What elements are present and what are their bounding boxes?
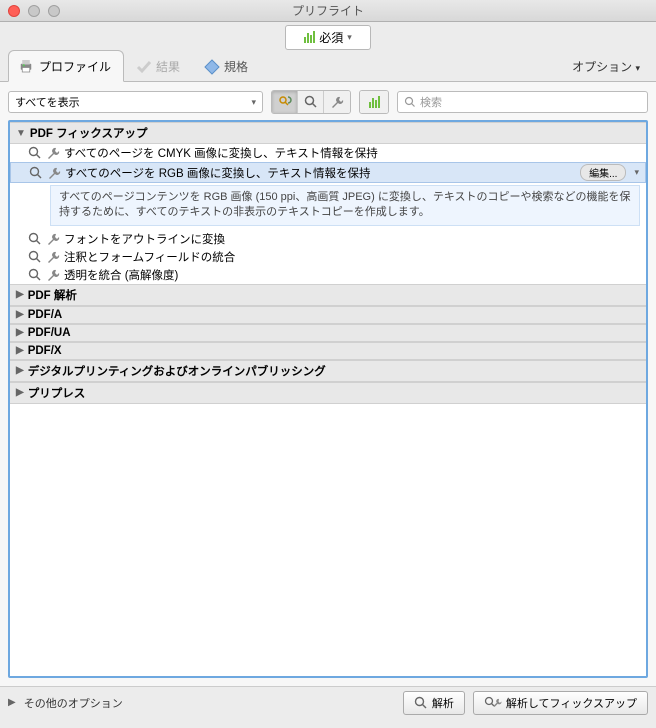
group-label: PDF/A [28, 309, 63, 321]
profile-tree[interactable]: ▼ PDF フィックスアップ すべてのページを CMYK 画像に変換し、テキスト情… [8, 120, 648, 678]
magnifier-icon [28, 268, 42, 282]
item-label: すべてのページを RGB 画像に変換し、テキスト情報を保持 [65, 165, 370, 181]
footer: ▶ その他のオプション 解析 解析してフィックスアップ [0, 686, 656, 718]
tab-results[interactable]: 結果 [128, 52, 192, 81]
item-annot-merge[interactable]: 注釈とフォームフィールドの統合 [10, 248, 646, 266]
group-label: PDF/X [28, 345, 62, 357]
top-toolbar: 必須 ▾ [0, 22, 656, 52]
wrench-icon [46, 250, 60, 264]
tab-standards[interactable]: 規格 [196, 52, 260, 81]
tab-results-label: 結果 [156, 58, 180, 75]
options-label: オプション [572, 60, 632, 74]
chevron-right-icon: ▶ [16, 387, 24, 398]
chevron-down-icon: ▼ [16, 128, 26, 139]
group-pdfa[interactable]: ▶ PDF/A [10, 306, 646, 324]
chevron-right-icon: ▶ [16, 289, 24, 300]
favorites-button[interactable] [360, 91, 388, 113]
group-label: PDF フィックスアップ [30, 125, 148, 141]
bars-icon [304, 31, 315, 43]
wrench-icon [46, 268, 60, 282]
tab-standards-label: 規格 [224, 58, 248, 75]
item-flatten[interactable]: 透明を統合 (高解像度) [10, 266, 646, 284]
item-label: フォントをアウトラインに変換 [64, 231, 225, 247]
item-rgb[interactable]: すべてのページを RGB 画像に変換し、テキスト情報を保持 編集... ▾ [10, 162, 646, 183]
wrench-icon [46, 232, 60, 246]
item-font-outline[interactable]: フォントをアウトラインに変換 [10, 230, 646, 248]
magnifier-icon [29, 166, 43, 180]
group-label: PDF/UA [28, 327, 71, 339]
printer-icon [17, 57, 35, 75]
required-dropdown[interactable]: 必須 ▾ [285, 25, 371, 50]
magnifier-icon [28, 250, 42, 264]
chevron-down-icon[interactable]: ▾ [634, 167, 639, 178]
magnifier-wrench-icon [484, 696, 502, 710]
magnifier-icon [414, 696, 428, 710]
analyze-label: 解析 [432, 695, 454, 711]
check-icon [136, 59, 152, 75]
window-title: プリフライト [0, 2, 656, 19]
show-filter-label: すべてを表示 [15, 94, 80, 110]
item-cmyk[interactable]: すべてのページを CMYK 画像に変換し、テキスト情報を保持 [10, 144, 646, 162]
group-digital[interactable]: ▶ デジタルプリンティングおよびオンラインパブリッシング [10, 360, 646, 382]
other-options-label[interactable]: その他のオプション [24, 695, 123, 711]
chevron-down-icon: ▾ [251, 97, 256, 108]
options-menu[interactable]: オプション ▾ [564, 52, 648, 81]
view-profiles-button[interactable] [272, 91, 298, 113]
search-placeholder: 検索 [420, 94, 442, 110]
filter-bar: すべてを表示 ▾ 検索 [8, 90, 648, 114]
chevron-right-icon[interactable]: ▶ [8, 697, 16, 708]
group-pdfua[interactable]: ▶ PDF/UA [10, 324, 646, 342]
magnifier-icon [304, 95, 318, 109]
group-fixup[interactable]: ▼ PDF フィックスアップ [10, 122, 646, 144]
analyze-button[interactable]: 解析 [403, 691, 465, 715]
analyze-fix-label: 解析してフィックスアップ [506, 695, 637, 711]
wrench-icon [46, 146, 60, 160]
group-pdfx[interactable]: ▶ PDF/X [10, 342, 646, 360]
item-label: 注釈とフォームフィールドの統合 [64, 249, 235, 265]
view-mode-group [271, 90, 351, 114]
group-analysis[interactable]: ▶ PDF 解析 [10, 284, 646, 306]
view-fixups-button[interactable] [324, 91, 350, 113]
title-bar: プリフライト [0, 0, 656, 22]
chevron-down-icon: ▾ [635, 63, 640, 73]
main-panel: すべてを表示 ▾ 検索 ▼ PDF フィックスアップ [0, 82, 656, 686]
wrench-icon [330, 95, 344, 109]
group-label: プリプレス [28, 385, 86, 401]
chevron-down-icon: ▾ [347, 32, 352, 43]
group-label: デジタルプリンティングおよびオンラインパブリッシング [28, 363, 326, 379]
tab-profile[interactable]: プロファイル [8, 50, 124, 82]
favorites-group [359, 90, 389, 114]
tab-bar: プロファイル 結果 規格 オプション ▾ [0, 52, 656, 82]
group-label: PDF 解析 [28, 287, 77, 303]
chevron-right-icon: ▶ [16, 327, 24, 338]
item-label: すべてのページを CMYK 画像に変換し、テキスト情報を保持 [64, 145, 378, 161]
wrench-icon [47, 166, 61, 180]
magnifier-icon [28, 146, 42, 160]
magnifier-icon [28, 232, 42, 246]
analyze-fix-button[interactable]: 解析してフィックスアップ [473, 691, 648, 715]
show-filter-select[interactable]: すべてを表示 ▾ [8, 91, 263, 113]
bars-icon [369, 96, 380, 108]
chevron-right-icon: ▶ [16, 309, 24, 320]
item-label: 透明を統合 (高解像度) [64, 267, 178, 283]
chevron-right-icon: ▶ [16, 365, 24, 376]
diamond-icon [204, 59, 220, 75]
edit-button[interactable]: 編集... [580, 164, 626, 181]
search-icon [404, 96, 416, 108]
chevron-right-icon: ▶ [16, 345, 24, 356]
group-prepress[interactable]: ▶ プリプレス [10, 382, 646, 404]
tab-profile-label: プロファイル [39, 58, 111, 75]
profiles-icon [277, 94, 293, 110]
search-input[interactable]: 検索 [397, 91, 648, 113]
view-checks-button[interactable] [298, 91, 324, 113]
required-label: 必須 [319, 29, 343, 46]
item-description: すべてのページコンテンツを RGB 画像 (150 ppi、高画質 JPEG) … [50, 185, 640, 226]
